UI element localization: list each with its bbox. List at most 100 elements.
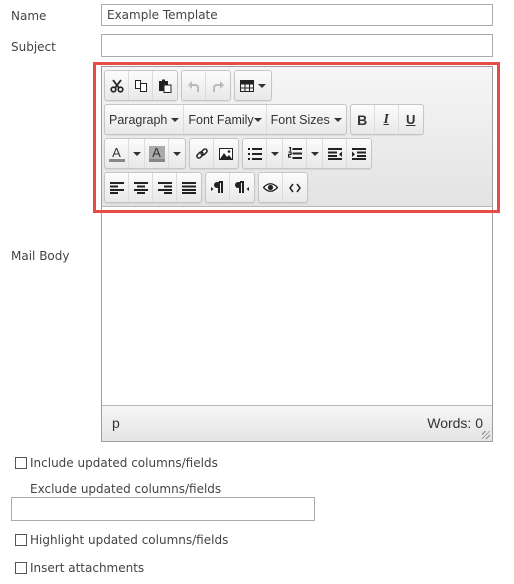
chevron-down-icon [310,151,319,156]
indent-icon [352,147,366,160]
text-color-dropdown[interactable] [129,139,145,168]
background-color-button[interactable]: A [145,139,169,168]
view-group [258,172,308,203]
link-button[interactable] [190,139,214,168]
copy-button[interactable] [129,71,153,100]
numbered-list-dropdown[interactable] [307,139,323,168]
paragraph-dropdown[interactable]: Paragraph [105,105,185,134]
chevron-down-icon [258,83,266,88]
toolbar-row-4 [104,172,311,203]
ltr-icon [210,181,225,194]
toolbar-row-1 [104,70,275,101]
font-sizes-dropdown[interactable]: Font Sizes [267,105,346,134]
text-style-group: B I U [349,104,424,135]
chevron-down-icon [253,117,262,122]
align-right-icon [157,181,172,194]
image-icon [219,147,233,160]
exclude-updated-label: Exclude updated columns/fields [30,482,222,496]
bold-icon: B [357,111,368,128]
table-group [234,70,272,101]
image-button[interactable] [214,139,238,168]
color-group: A A [104,138,186,169]
align-justify-icon [182,181,196,194]
undo-button[interactable] [182,71,206,100]
clipboard-group [104,70,178,101]
align-left-icon [109,181,124,194]
rtl-button[interactable] [230,173,254,202]
toolbar-row-2: Paragraph Font Family Font Sizes B I U [104,104,427,135]
exclude-updated-input[interactable] [11,497,315,521]
paste-icon [158,79,172,93]
table-button[interactable] [235,71,271,100]
link-icon [195,147,209,161]
bold-button[interactable]: B [351,105,375,134]
align-right-button[interactable] [153,173,177,202]
background-color-icon: A [148,145,165,162]
list-group [242,138,372,169]
highlight-updated-checkbox[interactable] [15,534,27,546]
name-input[interactable] [101,4,493,26]
toolbar-row-3: A A [104,138,375,169]
editor-toolbar: Paragraph Font Family Font Sizes B I U A… [102,67,492,207]
text-color-icon: A [108,146,125,162]
font-sizes-dropdown-label: Font Sizes [270,112,330,127]
preview-button[interactable] [259,173,283,202]
chevron-down-icon [333,117,342,122]
eye-icon [263,182,278,193]
italic-button[interactable]: I [375,105,399,134]
editor-content-area[interactable] [102,207,492,405]
history-group [181,70,231,101]
align-center-button[interactable] [129,173,153,202]
insert-group [189,138,239,169]
align-justify-button[interactable] [177,173,201,202]
rich-text-editor: Paragraph Font Family Font Sizes B I U A… [101,66,493,442]
align-center-icon [133,181,148,194]
element-path[interactable]: p [112,415,120,431]
font-family-dropdown-label: Font Family [188,112,254,127]
text-color-button[interactable]: A [105,139,129,168]
insert-attachments-label: Insert attachments [30,561,145,575]
code-icon [289,183,301,193]
outdent-button[interactable] [323,139,347,168]
copy-icon [134,79,148,93]
italic-icon: I [383,111,389,127]
chevron-down-icon [270,151,279,156]
bullet-list-dropdown[interactable] [267,139,283,168]
outdent-icon [327,147,342,160]
highlight-updated-label: Highlight updated columns/fields [30,533,229,547]
chevron-down-icon [173,151,181,156]
subject-label: Subject [11,40,56,54]
bullet-list-button[interactable] [243,139,267,168]
include-updated-checkbox[interactable] [15,457,27,469]
chevron-down-icon [132,151,141,156]
align-left-button[interactable] [105,173,129,202]
cut-icon [109,78,124,93]
subject-input[interactable] [101,34,493,57]
font-family-dropdown[interactable]: Font Family [184,105,267,134]
cut-button[interactable] [105,71,129,100]
numbered-list-button[interactable] [283,139,307,168]
include-updated-label: Include updated columns/fields [30,456,218,470]
name-label: Name [11,9,47,23]
paragraph-dropdown-label: Paragraph [109,112,168,127]
redo-icon [211,79,225,93]
bullet-list-icon [247,147,262,160]
resize-handle-icon[interactable] [482,431,490,439]
undo-icon [187,79,201,93]
underline-button[interactable]: U [399,105,423,134]
underline-icon: U [406,112,416,127]
chevron-down-icon [171,117,180,122]
source-code-button[interactable] [283,173,307,202]
word-count: Words: 0 [427,415,483,431]
align-group [104,172,202,203]
redo-button[interactable] [206,71,230,100]
mail-body-label: Mail Body [11,249,70,263]
insert-attachments-checkbox[interactable] [15,562,27,574]
paste-button[interactable] [153,71,177,100]
rtl-icon [235,181,249,194]
direction-group [205,172,255,203]
ltr-button[interactable] [206,173,230,202]
format-dropdowns-group: Paragraph Font Family Font Sizes [104,104,347,135]
indent-button[interactable] [347,139,371,168]
background-color-dropdown[interactable] [169,139,185,168]
